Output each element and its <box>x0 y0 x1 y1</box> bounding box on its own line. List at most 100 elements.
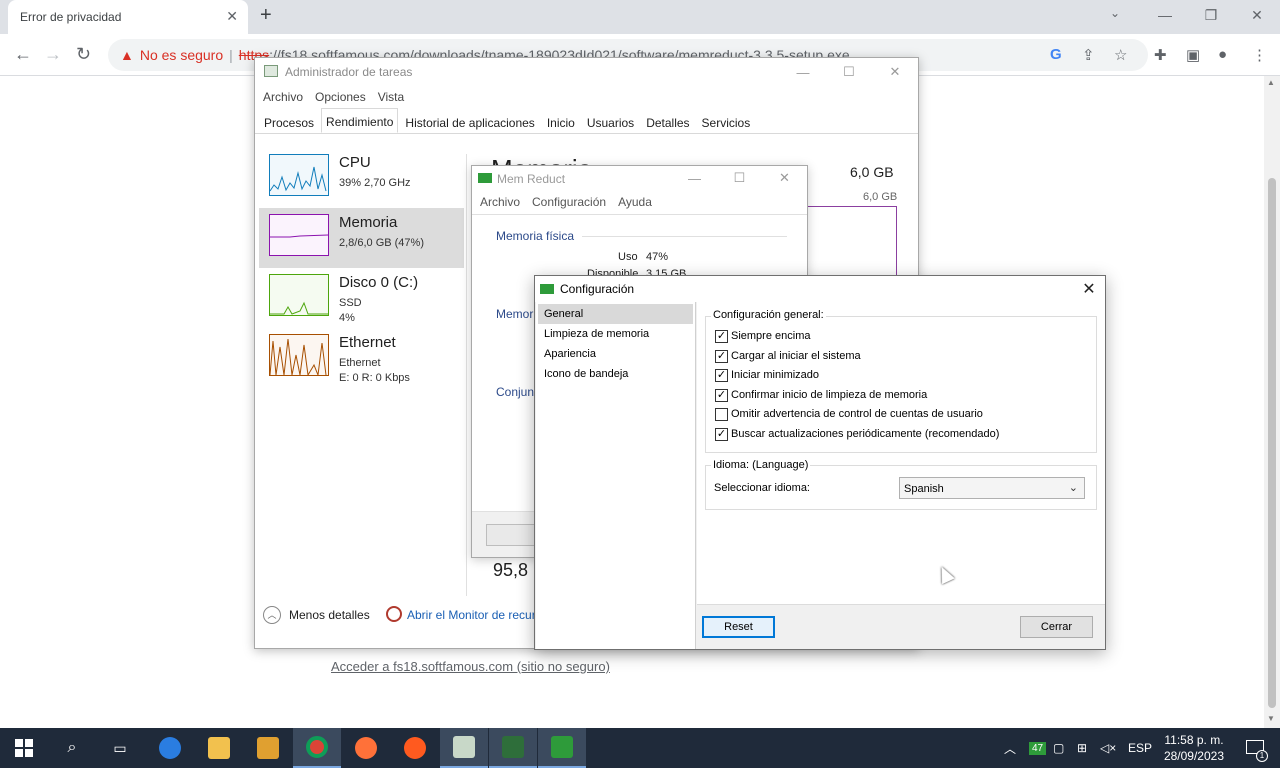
scroll-thumb[interactable] <box>1268 178 1276 708</box>
chevron-down-icon: ⌄ <box>1068 482 1078 494</box>
open-resource-monitor-link[interactable]: Abrir el Monitor de recursos <box>407 608 554 622</box>
memory-name: Memoria <box>339 214 398 231</box>
physical-memory-group: Memoria física <box>496 229 575 243</box>
disk-type: SSD <box>339 297 362 309</box>
check-omitir-uac[interactable]: Omitir advertencia de control de cuentas… <box>715 406 983 422</box>
check-label: Buscar actualizaciones periódicamente (r… <box>731 428 1000 440</box>
taskbar-task-manager[interactable] <box>440 728 488 768</box>
search-icon[interactable]: ⌕ <box>48 728 96 768</box>
memreduct-icon <box>540 284 554 294</box>
group-divider <box>582 236 787 237</box>
nav-general[interactable]: General <box>538 304 693 324</box>
menu-configuracion[interactable]: Configuración <box>532 190 606 212</box>
menu-archivo[interactable]: Archivo <box>263 86 309 110</box>
browser-window-controls: — ❐ ✕ <box>1142 0 1280 34</box>
tab-servicios[interactable]: Servicios <box>697 110 756 133</box>
minimize-icon[interactable]: — <box>780 58 826 86</box>
minimize-icon[interactable]: — <box>672 166 717 190</box>
maximize-icon[interactable]: ☐ <box>826 58 872 86</box>
extensions-icon[interactable]: ✚ <box>1154 46 1167 64</box>
tray-device-icon[interactable]: ▢ <box>1053 728 1064 768</box>
language-indicator[interactable]: ESP <box>1128 728 1152 768</box>
check-siempre-encima[interactable]: ✓ Siempre encima <box>715 328 810 344</box>
page-scrollbar[interactable]: ▲ ▼ <box>1264 76 1280 728</box>
side-panel-icon[interactable]: ▣ <box>1186 46 1200 64</box>
resource-ethernet[interactable]: Ethernet Ethernet E: 0 R: 0 Kbps <box>259 328 464 388</box>
clock[interactable]: 11:58 p. m. 28/09/2023 <box>1164 732 1224 764</box>
scroll-up-icon[interactable]: ▲ <box>1267 78 1275 87</box>
menu-vista[interactable]: Vista <box>378 86 410 110</box>
tab-search-chevron-icon[interactable]: ⌄ <box>1110 6 1120 20</box>
share-icon[interactable]: ⇪ <box>1082 46 1095 64</box>
minimize-icon[interactable]: — <box>1142 0 1188 30</box>
check-buscar-actualizaciones[interactable]: ✓ Buscar actualizaciones periódicamente (… <box>715 426 999 442</box>
menu-ayuda[interactable]: Ayuda <box>618 190 652 212</box>
forward-icon[interactable]: → <box>44 44 62 65</box>
task-manager-tabs: Procesos Rendimiento Historial de aplica… <box>255 108 918 134</box>
reload-icon[interactable]: ↻ <box>76 44 91 65</box>
back-icon[interactable]: ← <box>14 44 32 65</box>
resource-monitor-icon <box>386 606 402 622</box>
resource-cpu[interactable]: CPU 39% 2,70 GHz <box>259 148 464 208</box>
checkbox[interactable]: ✓ <box>715 349 728 363</box>
config-footer: Reset Cerrar <box>697 604 1105 649</box>
task-view-icon[interactable]: ▭ <box>96 728 144 768</box>
proceed-unsafe-link[interactable]: Acceder a fs18.softfamous.com (sitio no … <box>331 659 610 674</box>
check-confirmar-limpieza[interactable]: ✓ Confirmar inicio de limpieza de memoria <box>715 387 927 403</box>
scroll-down-icon[interactable]: ▼ <box>1267 714 1275 723</box>
menu-opciones[interactable]: Opciones <box>315 86 372 110</box>
task-manager-menu: Archivo Opciones Vista <box>255 86 918 110</box>
taskbar-ie[interactable] <box>146 728 194 768</box>
taskbar-memreduct[interactable] <box>538 728 586 768</box>
tab-inicio[interactable]: Inicio <box>542 110 580 133</box>
resource-memoria[interactable]: Memoria 2,8/6,0 GB (47%) <box>259 208 464 268</box>
close-icon[interactable]: ✕ <box>1234 0 1280 30</box>
tray-memreduct[interactable]: 47 <box>1029 728 1047 768</box>
tab-procesos[interactable]: Procesos <box>259 110 319 133</box>
checkbox[interactable]: ✓ <box>715 368 728 382</box>
google-lens-icon[interactable]: G <box>1050 46 1062 63</box>
network-icon[interactable]: ⊞ <box>1077 728 1087 768</box>
menu-archivo[interactable]: Archivo <box>480 190 520 212</box>
restore-icon[interactable]: ❐ <box>1188 0 1234 30</box>
nav-limpieza[interactable]: Limpieza de memoria <box>538 324 693 344</box>
close-icon[interactable]: ✕ <box>872 58 918 86</box>
nav-icono-bandeja[interactable]: Icono de bandeja <box>538 364 693 384</box>
tab-close-icon[interactable]: ✕ <box>226 8 238 25</box>
fewer-details-link[interactable]: Menos detalles <box>289 608 370 622</box>
taskbar-firefox[interactable] <box>342 728 390 768</box>
check-iniciar-minimizado[interactable]: ✓ Iniciar minimizado <box>715 367 819 383</box>
close-icon[interactable]: ✕ <box>762 166 807 190</box>
bookmark-star-icon[interactable]: ☆ <box>1114 46 1127 64</box>
tab-historial[interactable]: Historial de aplicaciones <box>400 110 539 133</box>
new-tab-icon[interactable]: + <box>260 4 272 27</box>
checkbox[interactable]: ✓ <box>715 427 728 441</box>
language-select[interactable]: Spanish ⌄ <box>899 477 1085 499</box>
firefox-icon <box>355 737 377 759</box>
tab-detalles[interactable]: Detalles <box>641 110 694 133</box>
taskbar-chrome[interactable] <box>293 728 341 768</box>
tray-chevron-icon[interactable]: ︿ <box>1004 728 1016 768</box>
chevron-up-icon[interactable]: ︿ <box>263 606 281 624</box>
nav-apariencia[interactable]: Apariencia <box>538 344 693 364</box>
check-cargar-inicio[interactable]: ✓ Cargar al iniciar el sistema <box>715 348 861 364</box>
taskbar-firefox-2[interactable] <box>391 728 439 768</box>
taskbar-media[interactable] <box>244 728 292 768</box>
menu-dots-icon[interactable]: ⋮ <box>1252 46 1267 64</box>
close-icon[interactable]: ✕ <box>1073 276 1105 302</box>
taskbar-app[interactable] <box>489 728 537 768</box>
reset-button[interactable]: Reset <box>702 616 775 638</box>
profile-avatar-icon[interactable]: ● <box>1218 46 1227 63</box>
browser-tab[interactable]: Error de privacidad ✕ <box>8 0 248 34</box>
resource-disco[interactable]: Disco 0 (C:) SSD 4% <box>259 268 464 328</box>
tab-rendimiento[interactable]: Rendimiento <box>321 108 399 133</box>
volume-muted-icon[interactable]: ◁× <box>1100 728 1116 768</box>
tab-usuarios[interactable]: Usuarios <box>582 110 639 133</box>
checkbox[interactable] <box>715 407 728 421</box>
taskbar-explorer[interactable] <box>195 728 243 768</box>
checkbox[interactable]: ✓ <box>715 329 728 343</box>
cerrar-button[interactable]: Cerrar <box>1020 616 1093 638</box>
start-button[interactable] <box>0 728 48 768</box>
maximize-icon[interactable]: ☐ <box>717 166 762 190</box>
checkbox[interactable]: ✓ <box>715 388 728 402</box>
